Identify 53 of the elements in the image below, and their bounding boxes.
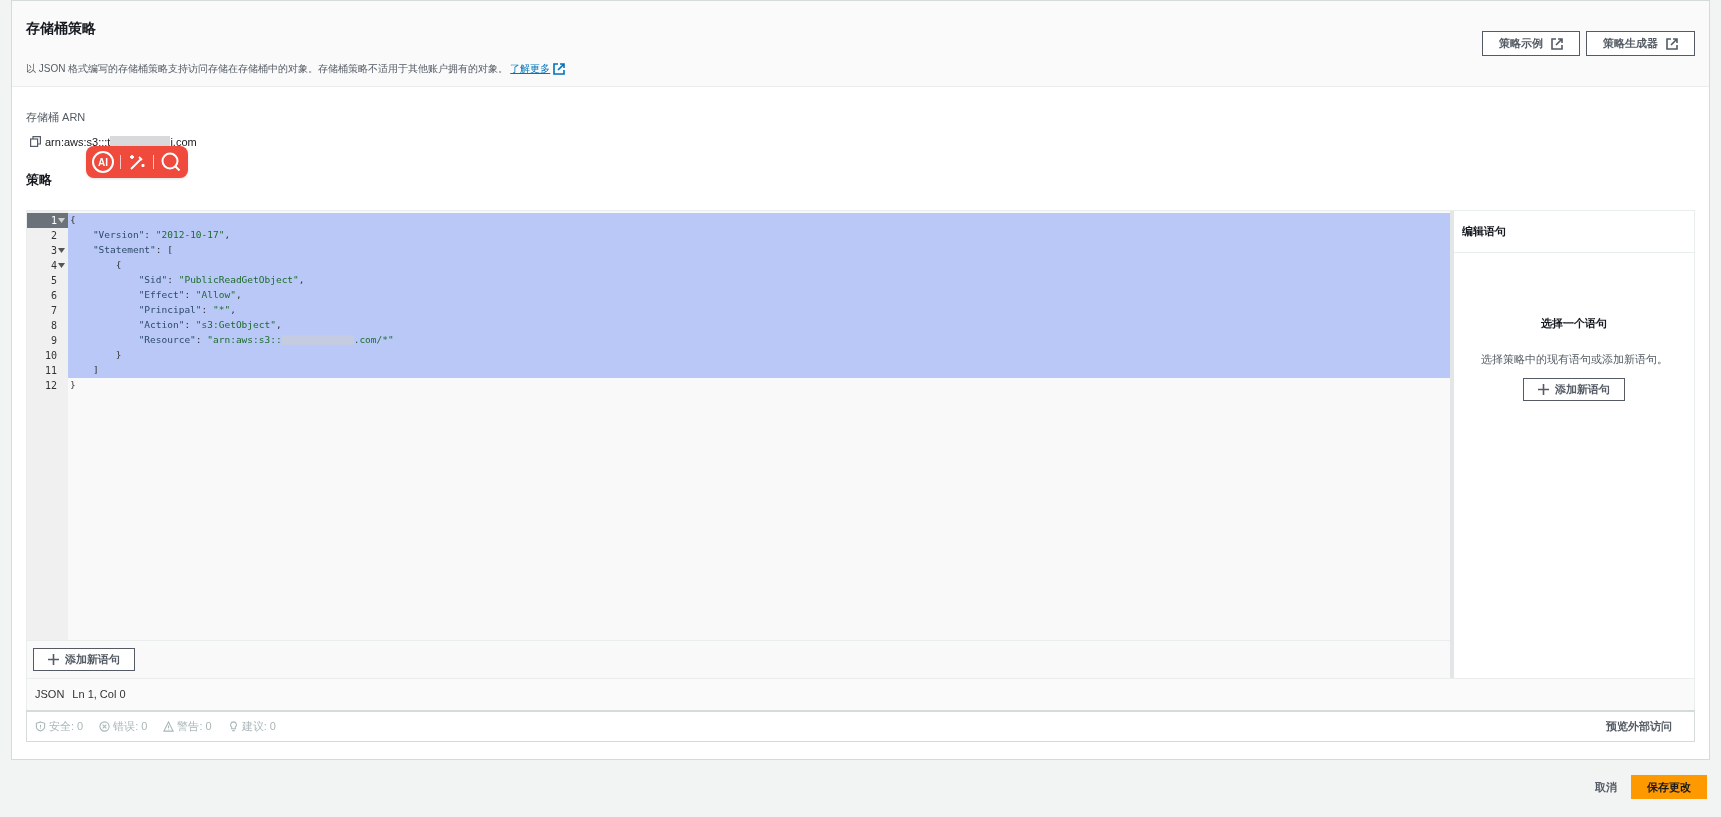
external-link-icon — [1666, 37, 1678, 50]
external-link-button[interactable]: 策略生成器 — [1586, 31, 1695, 56]
line-number: 2 — [50, 228, 57, 243]
panel-title: 编辑语句 — [1454, 210, 1694, 253]
section-title: 存储桶策略 — [26, 19, 97, 38]
lightbulb-icon — [227, 720, 239, 732]
arn-text: i.com — [170, 134, 197, 150]
magic-wand-icon[interactable] — [127, 152, 147, 172]
fold-caret-icon[interactable] — [58, 262, 65, 268]
copy-icon[interactable] — [30, 136, 41, 148]
line-number: 9 — [50, 333, 57, 348]
empty-state-heading: 选择一个语句 — [1541, 315, 1607, 331]
external-link-icon — [553, 62, 566, 75]
external-link-icon — [1551, 37, 1563, 50]
line-number: 3 — [50, 243, 57, 258]
preview-access-link[interactable]: 预览外部访问 — [1606, 717, 1672, 735]
issue-count: 建议: 0 — [241, 718, 276, 734]
line-number: 1 — [50, 213, 57, 228]
add-statement-button[interactable]: 添加新语句 — [1523, 377, 1625, 401]
language-mode: JSON — [35, 686, 65, 702]
arn-label: 存储桶 ARN — [26, 110, 87, 125]
issue-count: 安全: 0 — [49, 718, 84, 734]
learn-more-link[interactable]: 了解更多 — [510, 61, 566, 76]
plus-icon — [48, 653, 59, 665]
issue-count: 错误: 0 — [113, 718, 148, 734]
line-number: 4 — [50, 258, 57, 273]
line-number: 6 — [50, 288, 57, 303]
issue-count: 警告: 0 — [177, 718, 212, 734]
search-icon[interactable] — [160, 151, 182, 173]
fold-caret-icon[interactable] — [58, 247, 65, 253]
external-link-button[interactable]: 策略示例 — [1482, 31, 1580, 56]
description-text: 以 JSON 格式编写的存储桶策略支持访问存储在存储桶中的对象。存储桶策略不适用于其他账户拥有的对象。 — [26, 62, 509, 76]
line-number: 5 — [50, 273, 57, 288]
add-statement-button[interactable]: 添加新语句 — [33, 647, 135, 671]
line-number: 12 — [44, 378, 57, 393]
line-number: 7 — [50, 303, 57, 318]
line-number: 11 — [44, 363, 57, 378]
line-number: 8 — [50, 318, 57, 333]
cancel-button[interactable]: 取消 — [1595, 778, 1617, 796]
arn-text: arn:aws:s3:::t — [45, 134, 111, 150]
warning-icon — [163, 720, 175, 732]
redacted-blur — [110, 135, 171, 148]
save-button[interactable]: 保存更改 — [1631, 775, 1707, 799]
shield-icon — [35, 720, 46, 732]
line-number: 10 — [44, 348, 57, 363]
fold-caret-icon[interactable] — [58, 217, 65, 223]
plus-icon — [1538, 383, 1549, 395]
cursor-position: Ln 1, Col 0 — [72, 686, 126, 702]
error-icon — [99, 720, 111, 732]
ai-button[interactable]: AI — [92, 151, 114, 173]
code-line: } — [69, 377, 77, 392]
policy-title: 策略 — [26, 171, 53, 189]
empty-state-text: 选择策略中的现有语句或添加新语句。 — [1480, 352, 1668, 367]
